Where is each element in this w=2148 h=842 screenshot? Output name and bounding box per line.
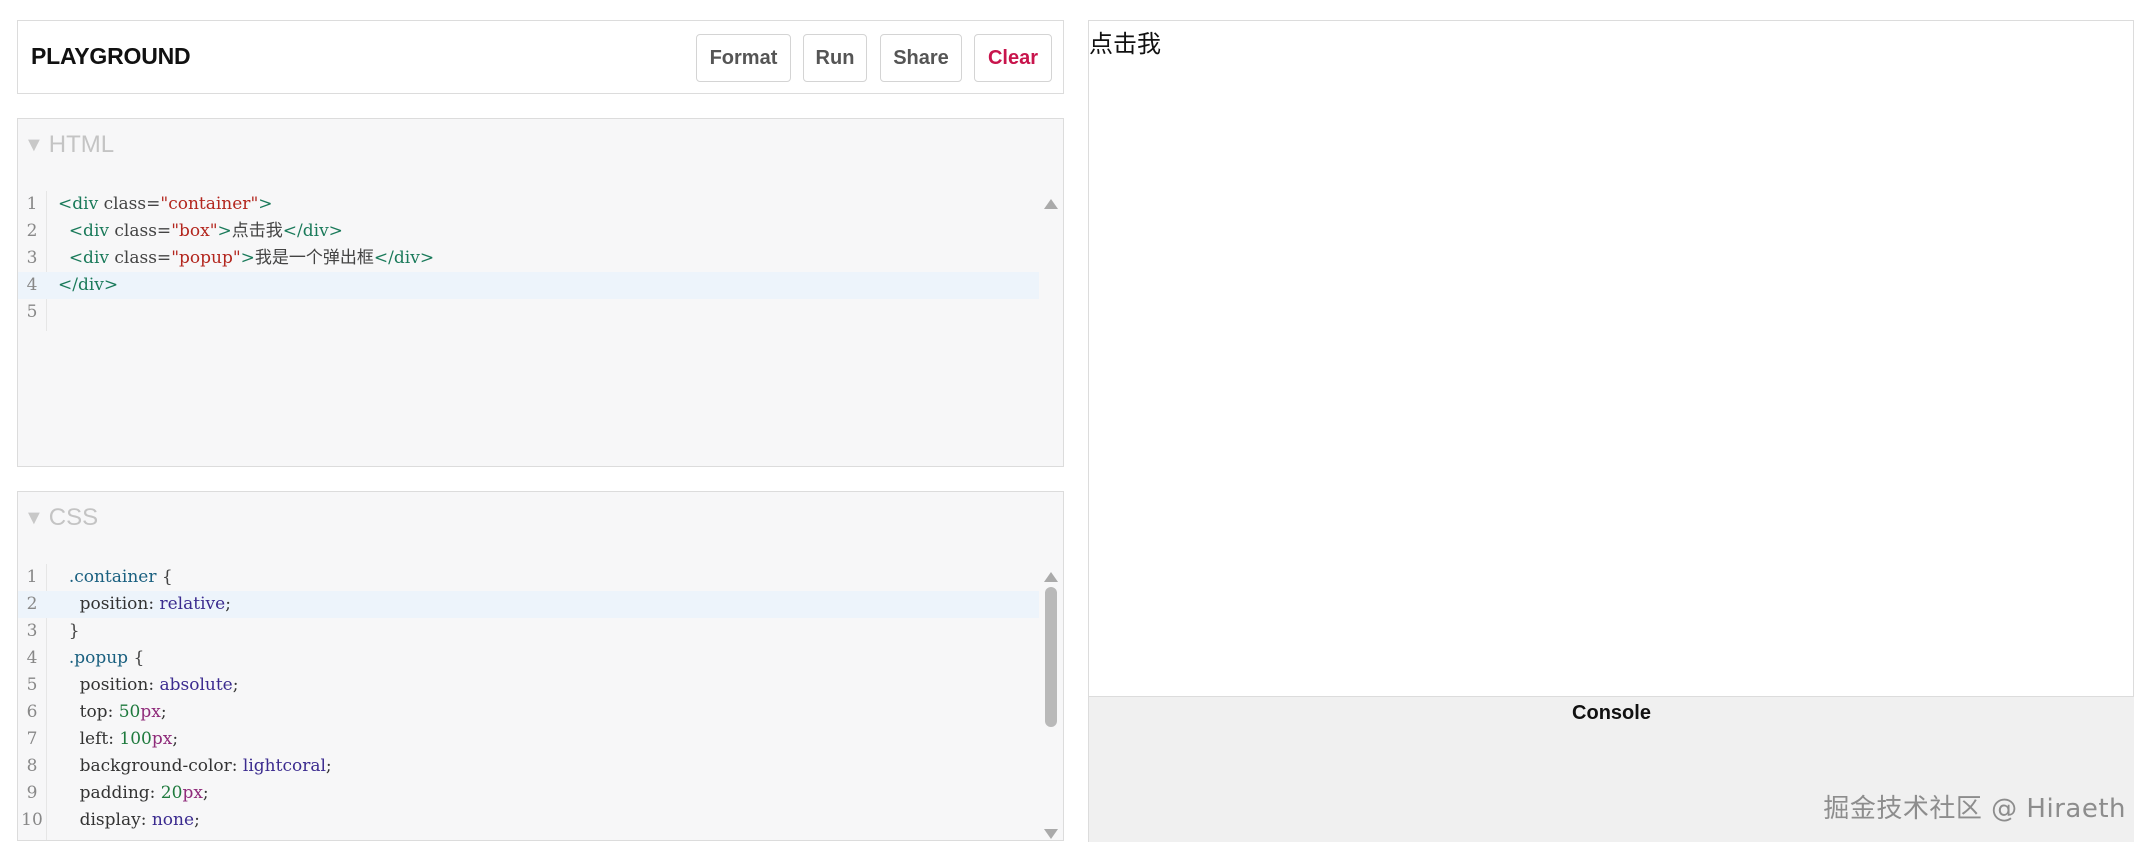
line-number: 5: [26, 675, 38, 695]
format-button[interactable]: Format: [696, 34, 791, 82]
line-number: 9: [26, 783, 38, 803]
clear-button[interactable]: Clear: [974, 34, 1052, 82]
line-number: 5: [26, 302, 38, 322]
code-line[interactable]: 4 .popup {: [18, 645, 1039, 672]
code-line[interactable]: 2 position: relative;: [18, 591, 1039, 618]
preview-box-text[interactable]: 点击我: [1089, 24, 1161, 59]
code-text: }: [58, 621, 80, 641]
line-number: 8: [26, 756, 38, 776]
code-text: <div class="box">点击我</div>: [68, 221, 343, 241]
code-text: left: 100px;: [58, 729, 179, 749]
line-number: 2: [26, 221, 38, 241]
code-line[interactable]: 8 background-color: lightcoral;: [18, 753, 1039, 780]
html-editor-panel: ▼ HTML 1 <div class="container"> 2 <div cl…: [17, 118, 1064, 467]
code-text: .container {: [68, 567, 173, 587]
html-panel-toggle[interactable]: ▼ HTML: [24, 131, 114, 159]
scroll-up-arrow-icon[interactable]: [1044, 572, 1058, 582]
collapse-caret-icon: ▼: [24, 133, 44, 156]
scroll-down-arrow-icon[interactable]: [1044, 829, 1058, 839]
line-number: 4: [26, 275, 38, 295]
scroll-up-arrow-icon[interactable]: [1044, 199, 1058, 209]
line-number: 3: [26, 248, 38, 268]
console-title: Console: [1572, 702, 1651, 724]
code-text: top: 50px;: [58, 702, 167, 722]
css-panel-title: CSS: [48, 504, 99, 531]
line-number: 3: [26, 621, 38, 641]
code-line[interactable]: 5 position: absolute;: [18, 672, 1039, 699]
app-title: PLAYGROUND: [31, 43, 191, 69]
code-line[interactable]: 1 .container {: [18, 564, 1039, 591]
code-text: padding: 20px;: [58, 783, 209, 803]
watermark: 掘金技术社区 @ Hiraeth: [1823, 794, 2126, 824]
run-button[interactable]: Run: [803, 34, 867, 82]
line-number: 4: [26, 648, 38, 668]
css-panel-toggle[interactable]: ▼ CSS: [24, 504, 98, 532]
line-number: 1: [26, 194, 38, 214]
line-number: 7: [26, 729, 38, 749]
code-line[interactable]: 2 <div class="box">点击我</div>: [18, 218, 1039, 245]
code-text: <div class="popup">我是一个弹出框</div>: [68, 248, 435, 268]
scrollbar-thumb[interactable]: [1045, 587, 1057, 727]
code-text: position: absolute;: [58, 675, 239, 695]
code-line[interactable]: 3 }: [18, 618, 1039, 645]
collapse-caret-icon: ▼: [24, 506, 44, 529]
html-code-editor[interactable]: 1 <div class="container"> 2 <div class="bo…: [18, 191, 1063, 466]
code-text: display: none;: [58, 810, 200, 830]
line-number: 6: [26, 702, 38, 722]
code-text: position: relative;: [58, 594, 231, 614]
code-text: </div>: [58, 275, 119, 295]
code-text: background-color: lightcoral;: [58, 756, 332, 776]
code-line[interactable]: 10 display: none;: [18, 807, 1039, 834]
code-line[interactable]: 6 top: 50px;: [18, 699, 1039, 726]
share-button[interactable]: Share: [880, 34, 962, 82]
preview-frame[interactable]: 点击我: [1088, 20, 2134, 697]
code-line[interactable]: 9 padding: 20px;: [18, 780, 1039, 807]
toolbar: PLAYGROUND Format Run Share Clear: [17, 20, 1064, 94]
code-text: <div class="container">: [58, 194, 273, 214]
code-line[interactable]: 3 <div class="popup">我是一个弹出框</div>: [18, 245, 1039, 272]
code-line[interactable]: 4 </div>: [18, 272, 1039, 299]
css-editor-panel: ▼ CSS 1 .container {2 position: relative…: [17, 491, 1064, 841]
line-number: 10: [21, 810, 43, 830]
code-line[interactable]: 7 left: 100px;: [18, 726, 1039, 753]
console-panel: Console 掘金技术社区 @ Hiraeth: [1088, 697, 2134, 842]
line-number: 2: [26, 594, 38, 614]
html-panel-title: HTML: [48, 131, 115, 158]
code-line[interactable]: 5: [18, 299, 1039, 326]
line-number: 1: [26, 567, 38, 587]
css-code-editor[interactable]: 1 .container {2 position: relative; 3 } 4 …: [18, 564, 1063, 840]
code-text: .popup {: [68, 648, 145, 668]
code-line[interactable]: 1 <div class="container">: [18, 191, 1039, 218]
